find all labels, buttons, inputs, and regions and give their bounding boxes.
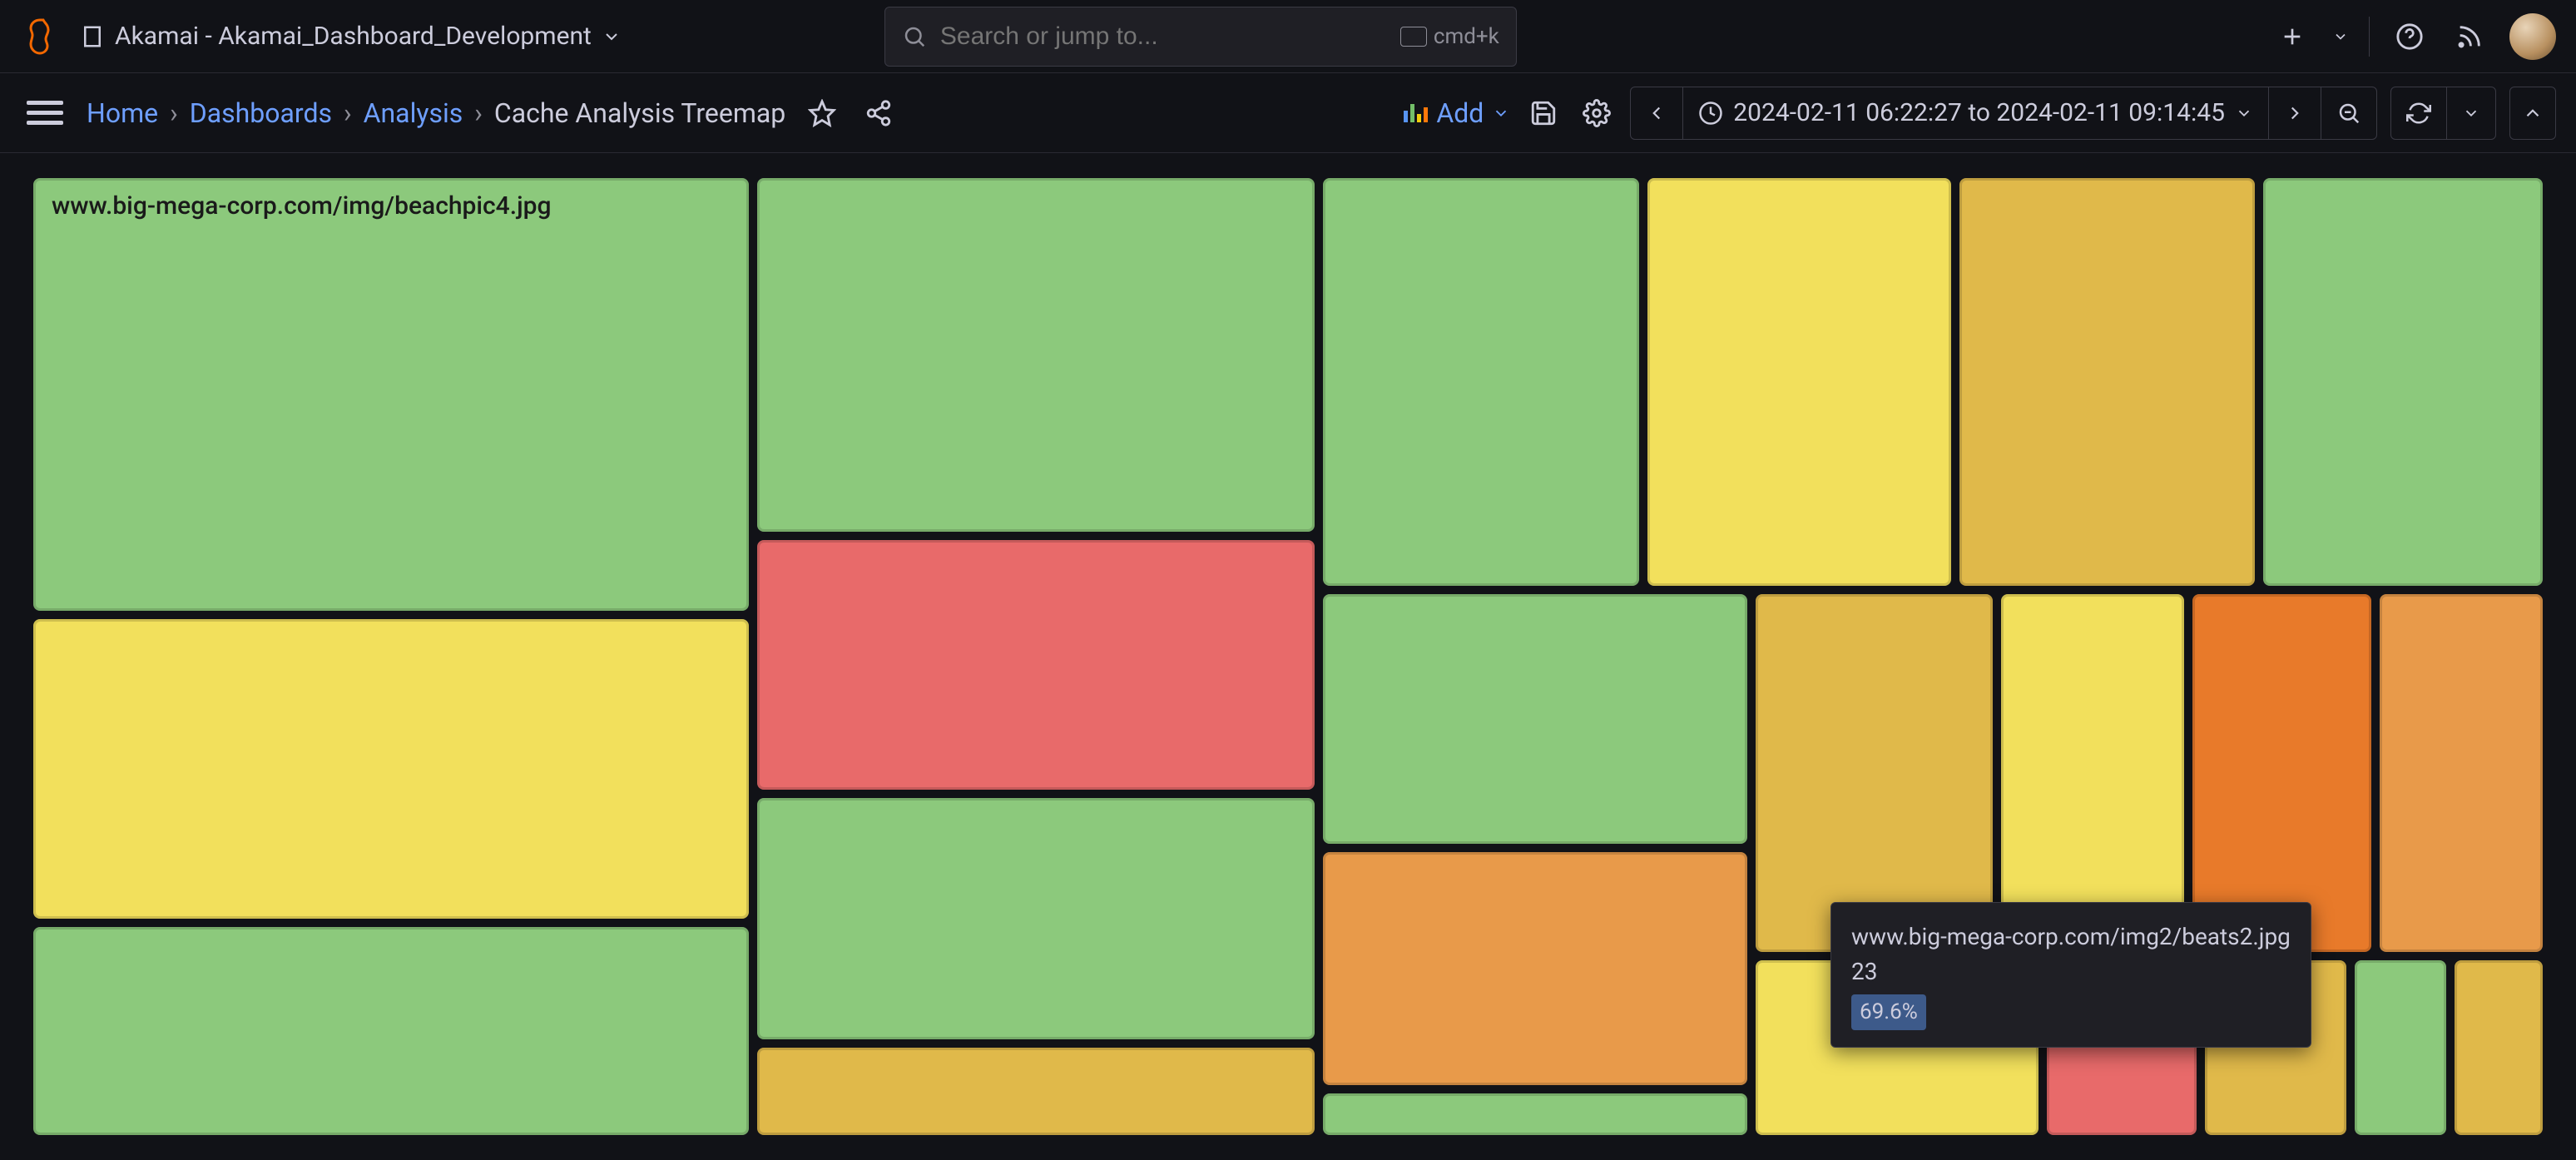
treemap-cell[interactable] [1756,594,1993,952]
treemap-cell[interactable] [1647,178,1951,586]
zoom-out-icon [2336,101,2361,126]
settings-button[interactable] [1577,93,1617,133]
refresh-icon [2406,101,2431,126]
chevron-down-icon [2462,104,2480,122]
new-button[interactable] [2272,17,2312,57]
chevron-down-icon[interactable] [2332,28,2349,45]
clock-icon [1698,101,1723,126]
keyboard-icon [1400,27,1427,47]
star-icon [808,99,836,127]
search-box[interactable]: cmd+k [884,7,1517,67]
save-button[interactable] [1523,93,1563,133]
treemap-cell[interactable] [1323,852,1747,1085]
star-button[interactable] [802,93,842,133]
chevron-right-icon [2284,102,2306,124]
crumb-dashboards[interactable]: Dashboards [190,97,332,129]
refresh-interval[interactable] [2447,87,2495,139]
chevron-down-icon [1492,104,1510,122]
treemap-cell[interactable] [33,619,749,919]
chevron-right-icon: › [344,97,352,129]
share-icon [864,99,893,127]
refresh-button[interactable] [2391,87,2447,139]
avatar[interactable] [2509,13,2556,60]
treemap-cell[interactable] [2001,594,2184,952]
grafana-logo-icon[interactable] [20,13,67,60]
refresh-picker[interactable] [2390,87,2496,140]
news-button[interactable] [2450,17,2489,57]
crumb-current: Cache Analysis Treemap [494,97,785,129]
workspace-name: Akamai - Akamai_Dashboard_Development [115,22,592,51]
tooltip-url: www.big-mega-corp.com/img2/beats2.jpg [1851,920,2291,954]
chevron-down-icon [2235,104,2253,122]
treemap-cell[interactable] [757,540,1315,790]
save-icon [1529,99,1558,127]
time-range-picker[interactable]: 2024-02-11 06:22:27 to 2024-02-11 09:14:… [1630,87,2377,140]
treemap-cell-label: www.big-mega-corp.com/img/beachpic4.jpg [33,178,749,234]
treemap-cell[interactable] [33,927,749,1135]
help-icon [2395,22,2424,51]
time-range-display[interactable]: 2024-02-11 06:22:27 to 2024-02-11 09:14:… [1683,87,2269,139]
treemap-cell[interactable] [2380,594,2543,952]
treemap-cell[interactable] [1323,1093,1747,1135]
treemap-cell[interactable] [757,178,1315,532]
gear-icon [1583,99,1611,127]
treemap-cell[interactable] [757,1048,1315,1135]
treemap-cell[interactable] [2355,960,2446,1135]
tooltip-count: 23 [1851,954,2291,989]
treemap-cell[interactable] [1323,178,1639,586]
chevron-down-icon [602,27,622,47]
treemap-cell[interactable] [1323,594,1747,844]
add-button[interactable]: Add [1404,97,1510,129]
divider [2369,17,2370,57]
crumb-home[interactable]: Home [87,97,158,129]
chevron-up-icon [2522,102,2544,124]
chevron-left-icon [1646,102,1667,124]
search-icon [902,24,927,49]
treemap-cell[interactable] [2263,178,2543,586]
help-button[interactable] [2390,17,2430,57]
time-range-forward[interactable] [2269,87,2321,139]
menu-toggle[interactable] [20,94,70,131]
building-icon [80,24,105,49]
panel-add-icon [1404,104,1428,122]
treemap-tooltip: www.big-mega-corp.com/img2/beats2.jpg 23… [1830,902,2311,1048]
plus-icon [2279,23,2306,50]
treemap-cell[interactable] [1959,178,2255,586]
workspace-picker[interactable]: Akamai - Akamai_Dashboard_Development [80,22,622,51]
treemap-cell[interactable]: www.big-mega-corp.com/img/beachpic4.jpg [33,178,749,611]
chevron-right-icon: › [474,97,483,129]
breadcrumb: Home › Dashboards › Analysis › Cache Ana… [87,97,785,129]
search-shortcut: cmd+k [1400,24,1499,49]
treemap-cell[interactable] [2192,594,2371,952]
collapse-button[interactable] [2509,87,2556,140]
chevron-right-icon: › [170,97,178,129]
tooltip-pct: 69.6% [1851,994,1926,1030]
zoom-out-button[interactable] [2321,87,2376,139]
treemap-cell[interactable] [757,798,1315,1039]
search-input[interactable] [940,22,1387,51]
crumb-analysis[interactable]: Analysis [364,97,463,129]
rss-icon [2455,22,2484,51]
share-button[interactable] [859,93,899,133]
time-range-back[interactable] [1631,87,1683,139]
treemap-cell[interactable] [2455,960,2543,1135]
